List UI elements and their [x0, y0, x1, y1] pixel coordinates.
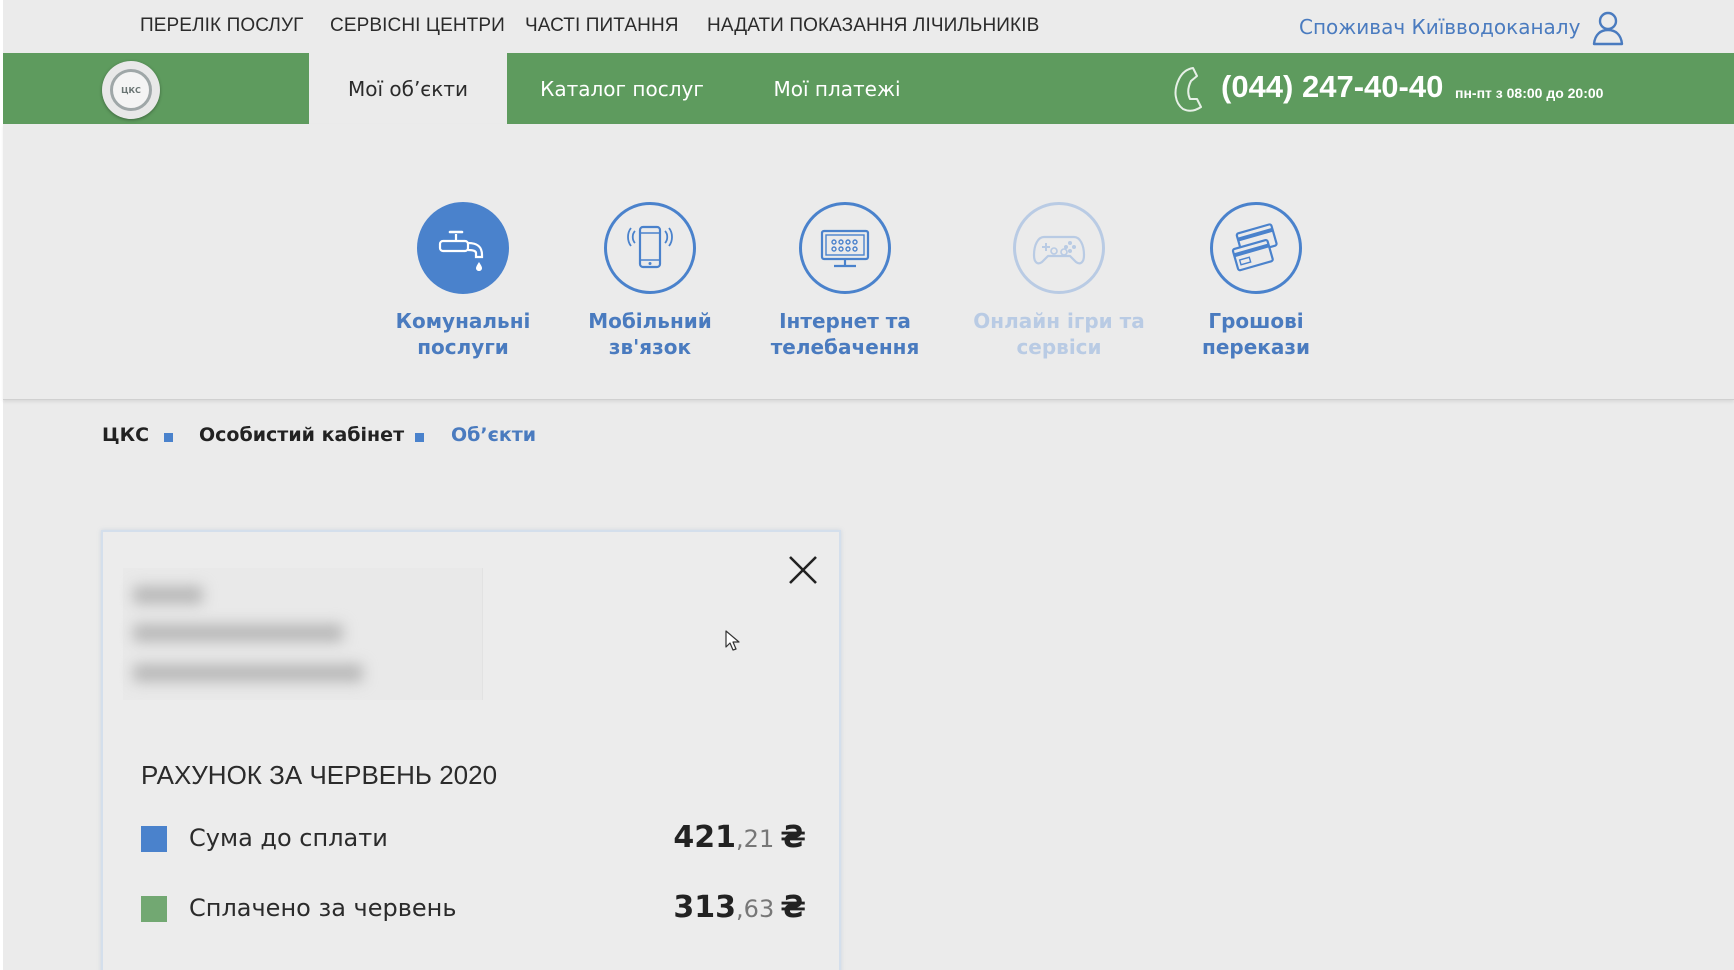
logo-text: ЦКС — [110, 69, 152, 111]
amount-due-value: 421,21 ₴ — [673, 820, 806, 855]
gamepad-icon — [1032, 235, 1086, 265]
top-link-service-centers[interactable]: СЕРВІСНІ ЦЕНТРИ — [330, 15, 505, 37]
currency-sign: ₴ — [780, 890, 806, 925]
category-label-line1: Комунальні — [395, 309, 531, 333]
category-online-games[interactable]: Онлайн ігри та сервіси — [969, 202, 1149, 360]
user-icon[interactable] — [1591, 10, 1625, 46]
category-label-line2: зв'язок — [608, 335, 692, 359]
phone-number[interactable]: (044) 247-40-40 — [1221, 69, 1443, 105]
service-categories: Комунальні послуги Мобільний зв'язок Інт… — [3, 124, 1734, 400]
category-mobile[interactable]: Мобільний зв'язок — [560, 202, 740, 360]
main-nav-bar: ЦКС Мої об’єкти Каталог послуг Мої плате… — [3, 53, 1734, 124]
user-name-link[interactable]: Споживач Київводоканалу — [1299, 15, 1580, 39]
category-label-line2: перекази — [1202, 335, 1310, 359]
category-label-line1: Грошові — [1208, 309, 1304, 333]
tab-services-catalog[interactable]: Каталог послуг — [533, 53, 711, 124]
bill-row-amount-due: Сума до сплати 421,21 ₴ — [141, 820, 806, 860]
top-link-services-list[interactable]: ПЕРЕЛІК ПОСЛУГ — [140, 15, 304, 37]
page: ПЕРЕЛІК ПОСЛУГ СЕРВІСНІ ЦЕНТРИ ЧАСТІ ПИТ… — [0, 0, 1734, 970]
phone-hours: пн-пт з 08:00 до 20:00 — [1455, 85, 1604, 101]
category-circle — [1210, 202, 1302, 294]
category-label-line2: послуги — [417, 335, 509, 359]
redacted-object-info — [133, 580, 433, 682]
category-label-line2: телебачення — [770, 335, 920, 359]
amount-decimal: ,21 — [736, 825, 775, 853]
mouse-cursor-icon — [725, 630, 740, 651]
breadcrumb-item-home[interactable]: ЦКС — [102, 424, 149, 446]
cards-icon — [1231, 223, 1278, 272]
amount-decimal: ,63 — [736, 895, 775, 923]
currency-sign: ₴ — [780, 820, 806, 855]
breadcrumb-separator — [164, 433, 173, 442]
category-label-line2: сервіси — [1016, 335, 1102, 359]
row-label: Сума до сплати — [189, 824, 388, 852]
close-icon[interactable] — [785, 552, 821, 588]
top-link-faq[interactable]: ЧАСТІ ПИТАННЯ — [525, 15, 679, 37]
category-money-transfers[interactable]: Грошові перекази — [1166, 202, 1346, 360]
category-internet-tv[interactable]: Інтернет та телебачення — [755, 202, 935, 360]
category-label-line1: Інтернет та — [779, 309, 911, 333]
category-label-line1: Онлайн ігри та — [973, 309, 1145, 333]
amount-integer: 421 — [673, 820, 737, 855]
mobile-phone-icon — [627, 225, 673, 269]
object-card: РАХУНОК ЗА ЧЕРВЕНЬ 2020 Сума до сплати 4… — [101, 530, 841, 970]
category-label-line1: Мобільний — [588, 309, 712, 333]
category-circle — [1013, 202, 1105, 294]
top-links-bar: ПЕРЕЛІК ПОСЛУГ СЕРВІСНІ ЦЕНТРИ ЧАСТІ ПИТ… — [0, 0, 1734, 53]
bill-title: РАХУНОК ЗА ЧЕРВЕНЬ 2020 — [141, 760, 498, 790]
logo[interactable]: ЦКС — [102, 61, 160, 119]
breadcrumb-item-objects: Об’єкти — [451, 424, 537, 446]
bill-row-paid: Сплачено за червень 313,63 ₴ — [141, 890, 806, 930]
water-tap-icon — [438, 230, 484, 271]
amount-integer: 313 — [673, 890, 737, 925]
tab-my-objects[interactable]: Мої об’єкти — [309, 53, 507, 124]
breadcrumb-separator — [415, 433, 424, 442]
row-label: Сплачено за червень — [189, 894, 457, 922]
category-circle — [604, 202, 696, 294]
breadcrumb-item-cabinet[interactable]: Особистий кабінет — [199, 424, 404, 446]
category-utilities[interactable]: Комунальні послуги — [373, 202, 553, 360]
category-circle — [799, 202, 891, 294]
legend-square-green — [141, 896, 167, 922]
tab-my-payments[interactable]: Мої платежі — [767, 53, 907, 124]
tv-icon — [820, 229, 870, 268]
phone-icon — [1174, 67, 1202, 112]
top-link-submit-meter-readings[interactable]: НАДАТИ ПОКАЗАННЯ ЛІЧИЛЬНИКІВ — [707, 15, 1039, 37]
legend-square-blue — [141, 826, 167, 852]
amount-paid-value: 313,63 ₴ — [673, 890, 806, 925]
category-circle — [417, 202, 509, 294]
